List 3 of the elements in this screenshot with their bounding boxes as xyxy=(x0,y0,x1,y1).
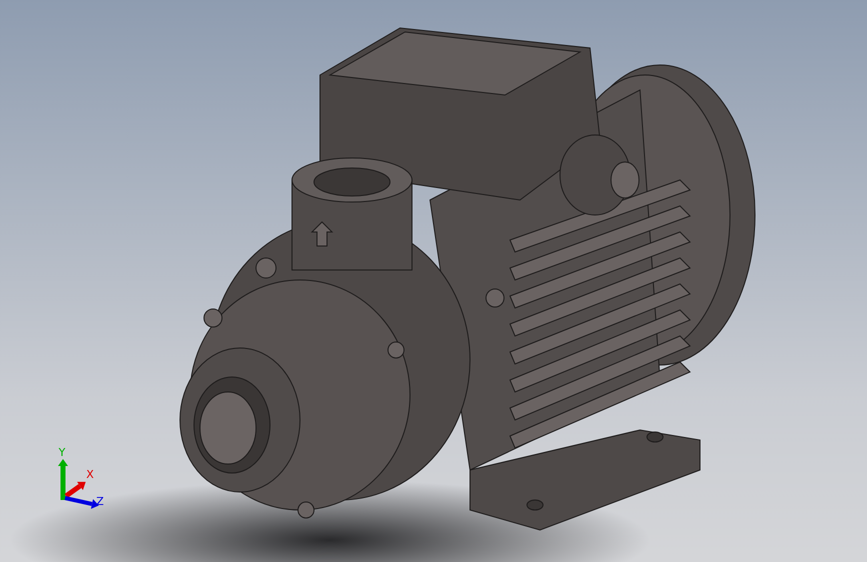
axis-label: X xyxy=(86,468,94,481)
axis-label: Y xyxy=(58,446,66,459)
axis-label: Z xyxy=(96,495,104,508)
